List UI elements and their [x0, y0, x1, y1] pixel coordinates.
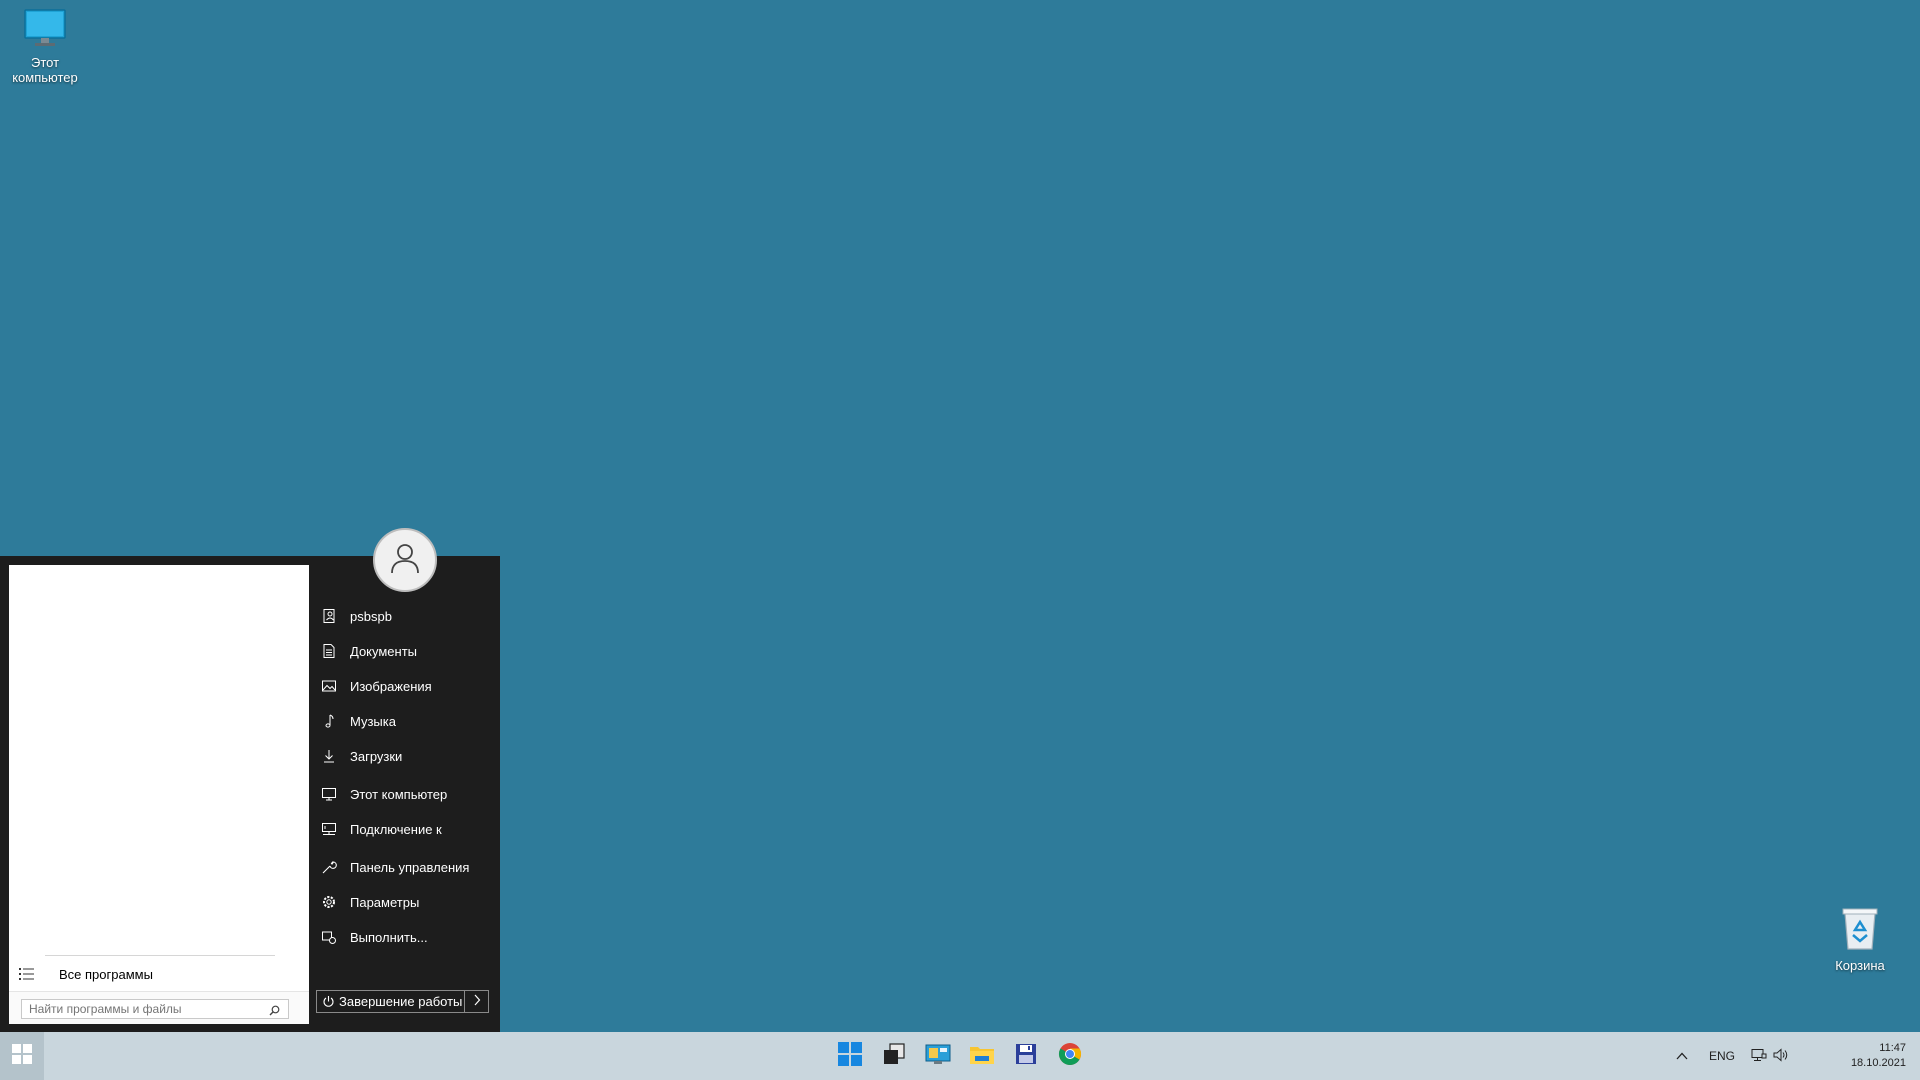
taskbar: ENG 11:47 18.10.2021: [0, 1032, 1920, 1080]
start-item-control-panel[interactable]: Панель управления: [312, 852, 500, 882]
search-box[interactable]: [21, 999, 289, 1019]
start-item-settings[interactable]: Параметры: [312, 887, 500, 917]
search-icon[interactable]: [269, 1003, 280, 1021]
gear-icon: [312, 894, 346, 910]
windows-logo-icon: [838, 1041, 862, 1071]
recycle-bin-icon: [1815, 905, 1905, 954]
start-item-run[interactable]: Выполнить...: [312, 922, 500, 952]
network-tray-button[interactable]: [1748, 1032, 1770, 1080]
user-avatar[interactable]: [373, 528, 437, 592]
control-panel-icon: [925, 1042, 951, 1071]
image-icon: [312, 678, 346, 694]
start-item-downloads[interactable]: Загрузки: [312, 741, 500, 771]
desktop-icon-recycle-bin[interactable]: Корзина: [1815, 905, 1905, 973]
taskbar-app-file-explorer[interactable]: [960, 1032, 1004, 1080]
start-item-label: Загрузки: [350, 748, 403, 764]
start-item-user-folder[interactable]: psbspb: [312, 601, 500, 631]
all-programs-button[interactable]: Все программы: [9, 959, 309, 989]
language-indicator[interactable]: ENG: [1704, 1032, 1740, 1080]
start-item-label: psbspb: [350, 608, 392, 624]
clock[interactable]: 11:47 18.10.2021: [1851, 1041, 1906, 1071]
desktop-icon-this-computer[interactable]: Этот компьютер: [0, 8, 90, 85]
start-item-label: Музыка: [350, 713, 396, 729]
language-label: ENG: [1708, 1049, 1735, 1063]
clock-date: 18.10.2021: [1850, 1057, 1906, 1069]
start-item-label: Панель управления: [350, 859, 470, 875]
start-item-pictures[interactable]: Изображения: [312, 671, 500, 701]
taskbar-app-control-panel[interactable]: [916, 1032, 960, 1080]
user-avatar-icon: [389, 541, 421, 580]
start-item-label: Изображения: [350, 678, 432, 694]
search-input[interactable]: [22, 1000, 259, 1018]
power-icon: [317, 995, 339, 1008]
run-icon: [312, 929, 346, 945]
start-item-label: Этот компьютер: [350, 786, 448, 802]
network-connection-icon: [312, 821, 346, 837]
start-item-documents[interactable]: Документы: [312, 636, 500, 666]
start-item-this-computer[interactable]: Этот компьютер: [312, 779, 500, 809]
taskbar-app-windows-start[interactable]: [828, 1032, 872, 1080]
wrench-icon: [312, 859, 346, 875]
download-icon: [312, 748, 346, 764]
start-item-connect-to[interactable]: Подключение к: [312, 814, 500, 844]
monitor-icon: [0, 8, 90, 51]
floppy-disk-icon: [1015, 1043, 1037, 1070]
chevron-up-icon: [1676, 1049, 1688, 1063]
music-icon: [312, 713, 346, 729]
taskbar-app-save[interactable]: [1004, 1032, 1048, 1080]
user-folder-icon: [312, 608, 346, 624]
shutdown-label: Завершение работы: [339, 994, 463, 1009]
list-icon: [9, 967, 45, 981]
system-tray: ENG 11:47 18.10.2021: [1670, 1032, 1920, 1080]
start-menu-programs-pane: Все программы: [9, 565, 309, 1024]
clock-time: 11:47: [1879, 1042, 1906, 1054]
chevron-right-icon: [473, 993, 481, 1011]
start-button[interactable]: [0, 1032, 44, 1080]
start-item-label: Документы: [350, 643, 418, 659]
start-menu: Все программы psbspb Документы: [0, 556, 500, 1032]
computer-icon: [312, 786, 346, 802]
shutdown-options-button[interactable]: [465, 990, 489, 1013]
start-item-label: Выполнить...: [350, 929, 428, 945]
document-icon: [312, 643, 346, 659]
all-programs-label: Все программы: [59, 966, 153, 982]
folder-icon: [969, 1043, 995, 1070]
taskbar-app-task-view[interactable]: [872, 1032, 916, 1080]
chrome-icon: [1058, 1042, 1082, 1071]
windows-logo-icon: [12, 1043, 32, 1069]
taskbar-app-chrome[interactable]: [1048, 1032, 1092, 1080]
network-icon: [1751, 1048, 1767, 1065]
search-area: [9, 991, 309, 1024]
desktop-icon-label: Этот компьютер: [12, 55, 78, 85]
start-item-label: Подключение к: [350, 821, 442, 837]
volume-tray-button[interactable]: [1770, 1032, 1792, 1080]
task-view-icon: [882, 1042, 906, 1071]
divider: [45, 955, 275, 956]
show-hidden-icons-button[interactable]: [1670, 1032, 1694, 1080]
desktop-icon-label: Корзина: [1835, 958, 1885, 973]
shutdown-button[interactable]: Завершение работы: [316, 990, 465, 1013]
start-item-music[interactable]: Музыка: [312, 706, 500, 736]
speaker-icon: [1773, 1047, 1789, 1065]
start-item-label: Параметры: [350, 894, 420, 910]
